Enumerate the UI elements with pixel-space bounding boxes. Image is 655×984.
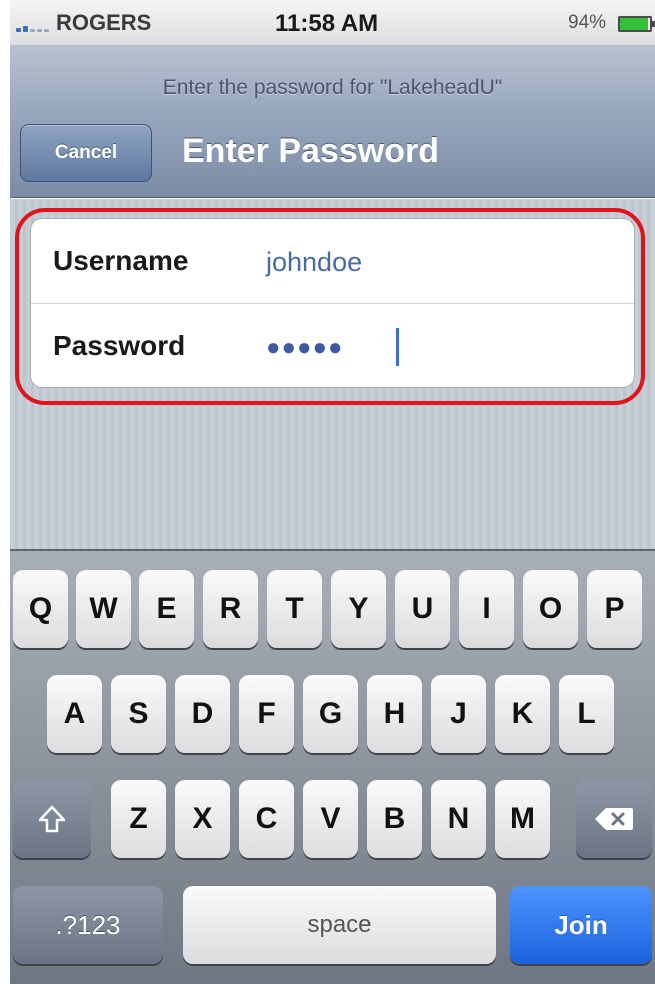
key-n[interactable]: N [431,780,486,858]
key-o[interactable]: O [523,570,578,648]
key-p[interactable]: P [587,570,642,648]
key-c[interactable]: C [239,780,294,858]
keyboard: Q W E R T Y U I O P A S D F G H J K L Z … [10,549,655,984]
key-t[interactable]: T [267,570,322,648]
status-time: 11:58 AM [275,10,379,37]
key-r[interactable]: R [203,570,258,648]
key-w[interactable]: W [76,570,131,648]
key-f[interactable]: F [239,675,294,753]
backspace-icon [595,808,633,830]
key-d[interactable]: D [175,675,230,753]
battery-icon [618,16,655,32]
space-key[interactable]: space [183,886,496,964]
key-a[interactable]: A [47,675,102,753]
key-h[interactable]: H [367,675,422,753]
key-k[interactable]: K [495,675,550,753]
key-b[interactable]: B [367,780,422,858]
key-u[interactable]: U [395,570,450,648]
network-prompt: Enter the password for "LakeheadU" [162,76,503,99]
key-x[interactable]: X [175,780,230,858]
key-z[interactable]: Z [111,780,166,858]
numbers-key[interactable]: .?123 [13,886,163,964]
key-e[interactable]: E [139,570,194,648]
page-title: Enter Password [182,132,439,170]
key-j[interactable]: J [431,675,486,753]
status-bar: ROGERS 11:58 AM 94% [10,0,655,46]
delete-key[interactable] [576,780,652,858]
shift-key[interactable] [13,780,91,858]
key-y[interactable]: Y [331,570,386,648]
shift-icon [38,805,66,833]
navigation-bar: Enter the password for "LakeheadU" Cance… [10,46,655,198]
carrier-name: ROGERS [56,10,152,35]
cancel-button[interactable]: Cancel [20,124,152,182]
key-g[interactable]: G [303,675,358,753]
join-button[interactable]: Join [510,886,652,964]
battery-percent: 94% [568,12,607,33]
key-l[interactable]: L [559,675,614,753]
key-i[interactable]: I [459,570,514,648]
key-m[interactable]: M [495,780,550,858]
key-s[interactable]: S [111,675,166,753]
screen: ROGERS 11:58 AM 94% Enter the password f… [10,0,655,984]
signal-strength-icon [16,24,56,32]
key-q[interactable]: Q [13,570,68,648]
battery-level [620,18,649,30]
key-v[interactable]: V [303,780,358,858]
highlight-annotation [15,208,645,405]
